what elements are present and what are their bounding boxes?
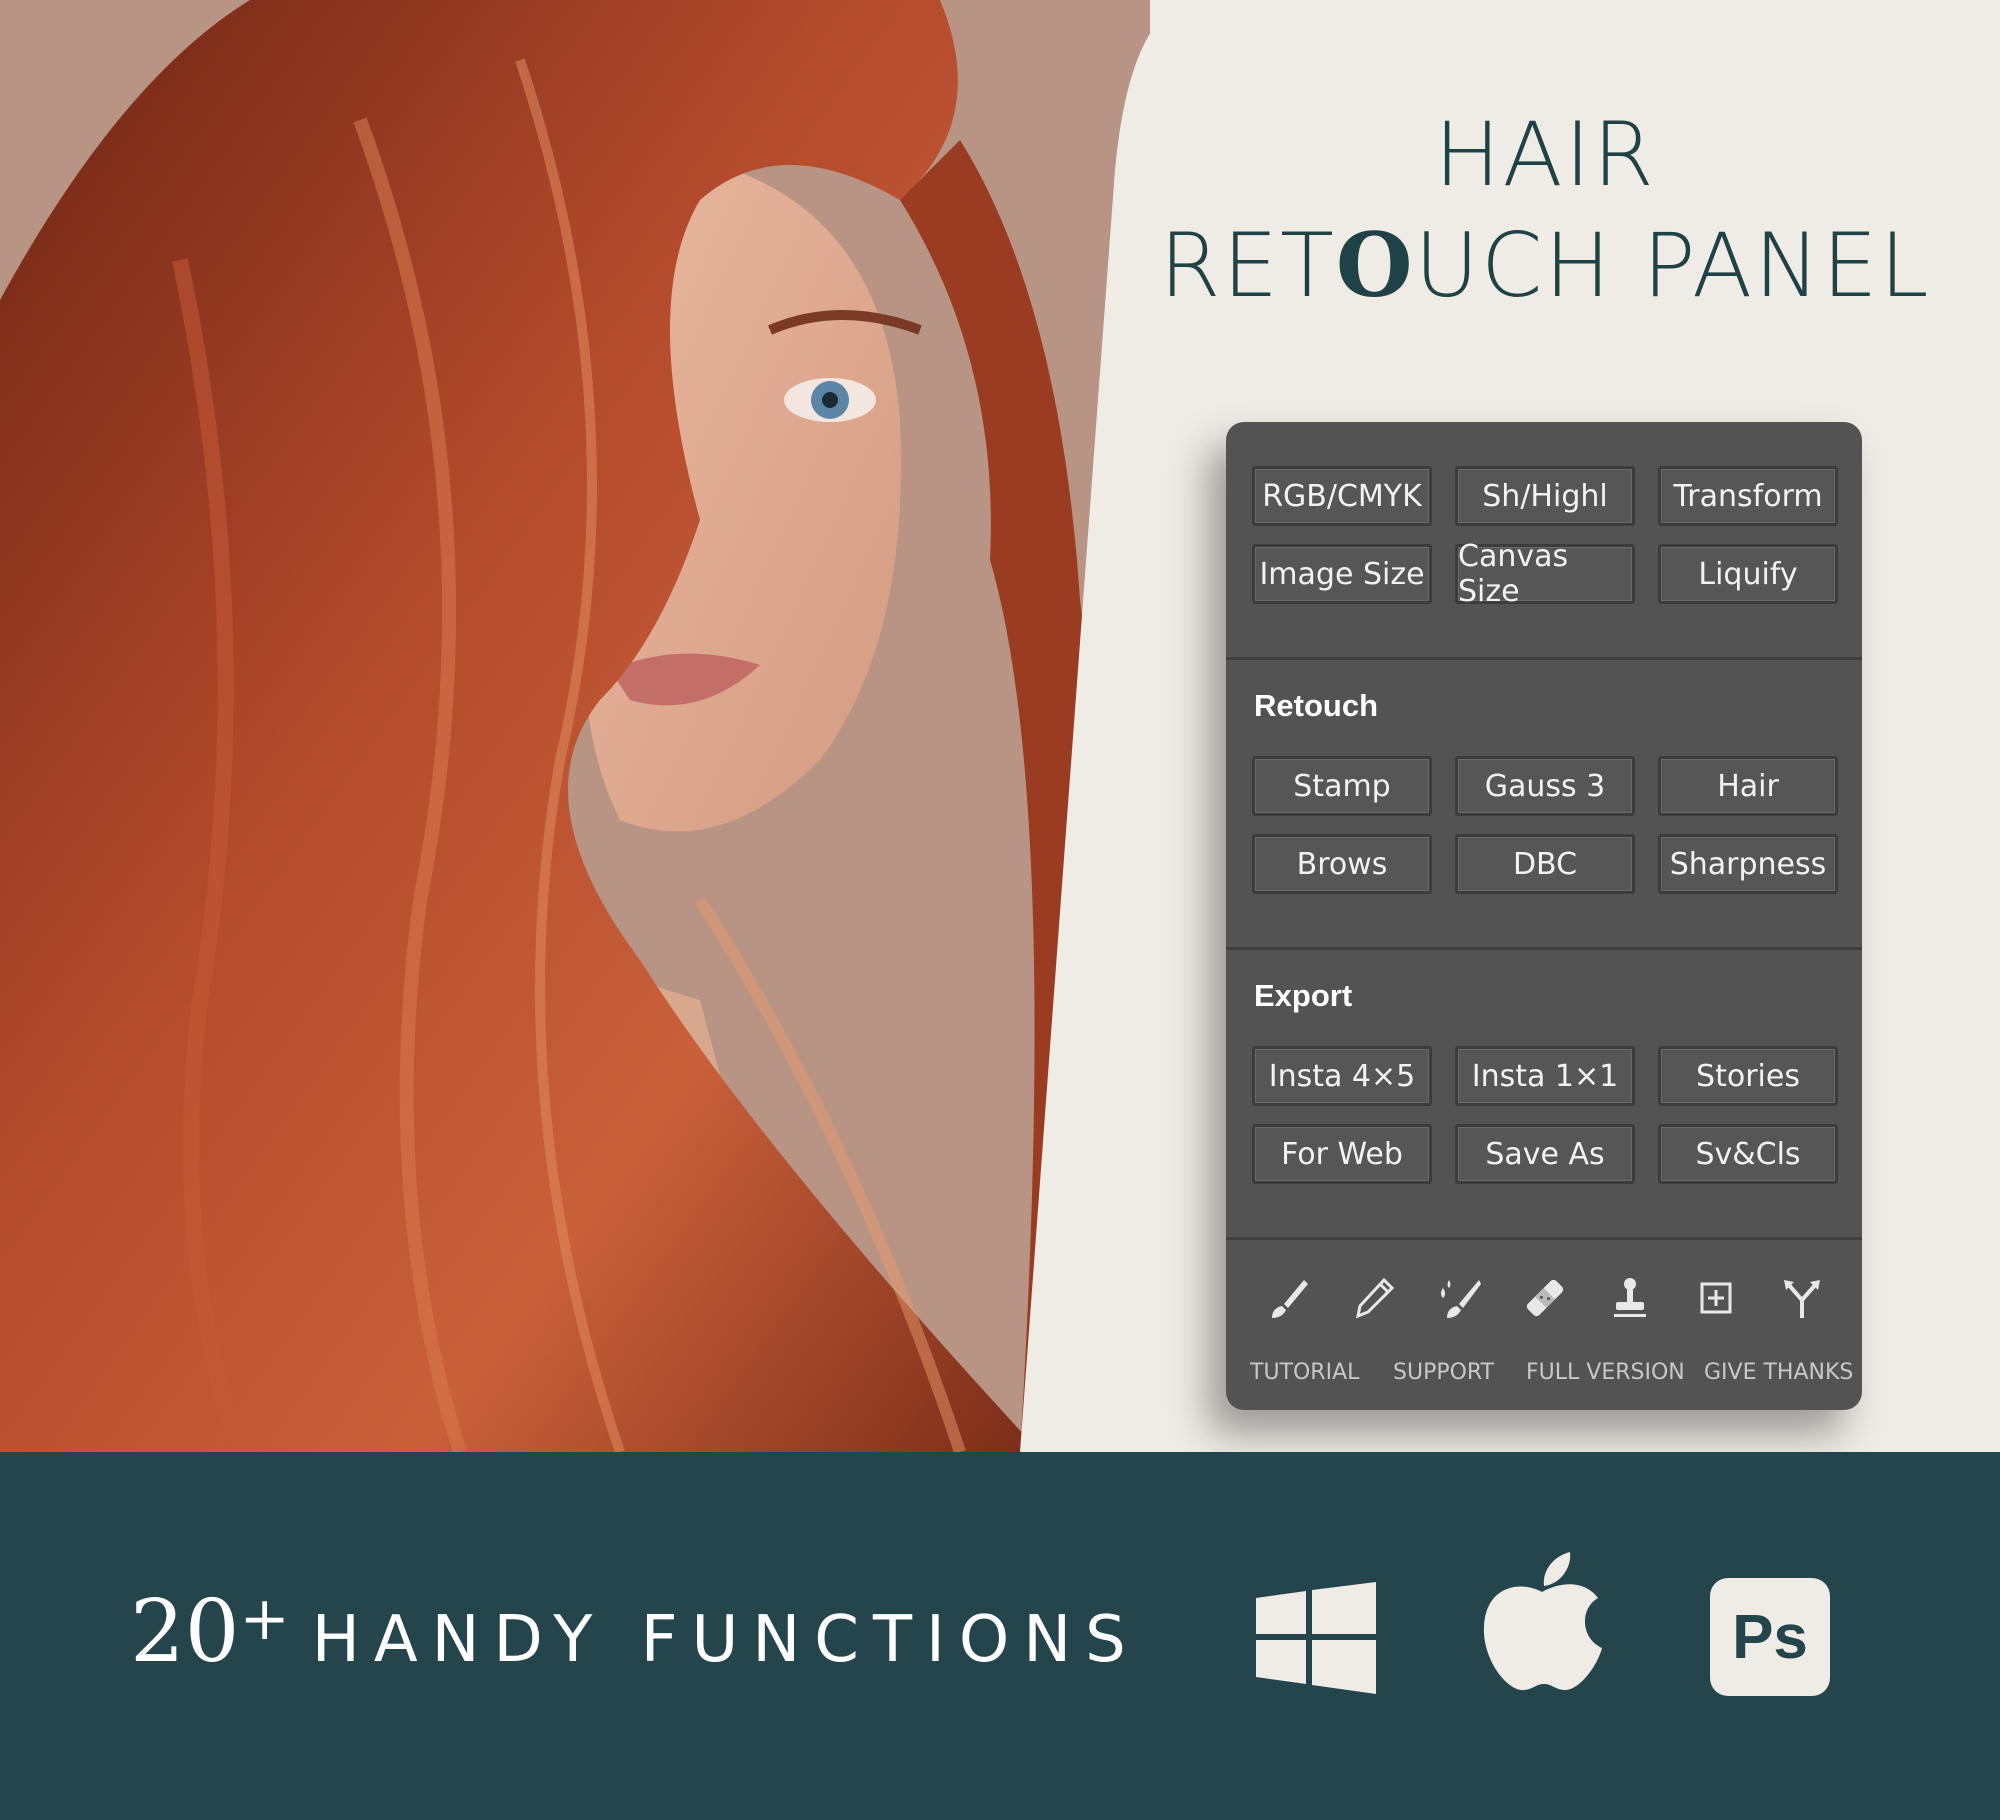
- image-size-button[interactable]: Image Size: [1252, 544, 1432, 604]
- split-arrow-icon[interactable]: [1776, 1272, 1828, 1324]
- panel-top-section: RGB/CMYK Sh/Highl Transform Image Size C…: [1226, 422, 1862, 657]
- retouch-section-title: Retouch: [1254, 688, 1378, 723]
- brows-button[interactable]: Brows: [1252, 834, 1432, 894]
- hair-button[interactable]: Hair: [1658, 756, 1838, 816]
- transform-button[interactable]: Transform: [1658, 466, 1838, 526]
- shadows-highlights-button[interactable]: Sh/Highl: [1455, 466, 1635, 526]
- pencil-icon[interactable]: [1348, 1272, 1400, 1324]
- for-web-button[interactable]: For Web: [1252, 1124, 1432, 1184]
- model-photo: [0, 0, 1150, 1452]
- top-button-grid: RGB/CMYK Sh/Highl Transform Image Size C…: [1252, 466, 1838, 609]
- gauss-3-button[interactable]: Gauss 3: [1455, 756, 1635, 816]
- insta-1x1-button[interactable]: Insta 1×1: [1455, 1046, 1635, 1106]
- retouch-section: Retouch Stamp Gauss 3 Hair Brows DBC Sha…: [1226, 657, 1862, 950]
- bottom-banner: 20+ HANDY FUNCTIONS Ps: [0, 1452, 2000, 1820]
- windows-icon: [1256, 1582, 1376, 1694]
- function-count: 20: [130, 1582, 240, 1682]
- tutorial-link[interactable]: TUTORIAL: [1250, 1360, 1359, 1385]
- insta-4x5-button[interactable]: Insta 4×5: [1252, 1046, 1432, 1106]
- stamp-button[interactable]: Stamp: [1252, 756, 1432, 816]
- tagline: 20+ HANDY FUNCTIONS: [130, 1582, 1140, 1682]
- retouch-panel: RGB/CMYK Sh/Highl Transform Image Size C…: [1226, 422, 1862, 1410]
- canvas-size-button[interactable]: Canvas Size: [1455, 539, 1635, 609]
- give-thanks-link[interactable]: GIVE THANKS: [1704, 1360, 1853, 1385]
- panel-footer: TUTORIAL SUPPORT FULL VERSION GIVE THANK…: [1226, 1237, 1862, 1410]
- tagline-text: HANDY FUNCTIONS: [311, 1603, 1140, 1677]
- apple-icon: [1483, 1552, 1602, 1691]
- mixer-brush-icon[interactable]: [1433, 1272, 1485, 1324]
- save-as-button[interactable]: Save As: [1455, 1124, 1635, 1184]
- retouch-button-grid: Stamp Gauss 3 Hair Brows DBC Sharpness: [1252, 756, 1838, 894]
- title-part: RET: [1159, 214, 1336, 317]
- export-section-title: Export: [1254, 978, 1353, 1013]
- support-link[interactable]: SUPPORT: [1393, 1360, 1494, 1385]
- dbc-button[interactable]: DBC: [1455, 834, 1635, 894]
- plus-sign: +: [239, 1584, 290, 1654]
- full-version-link[interactable]: FULL VERSION: [1526, 1360, 1685, 1385]
- stories-button[interactable]: Stories: [1658, 1046, 1838, 1106]
- add-layer-icon[interactable]: [1690, 1272, 1742, 1324]
- brush-icon[interactable]: [1262, 1272, 1314, 1324]
- liquify-button[interactable]: Liquify: [1658, 544, 1838, 604]
- save-and-close-button[interactable]: Sv&Cls: [1658, 1124, 1838, 1184]
- title-part: UCH PANEL: [1414, 214, 1931, 317]
- rgb-cmyk-button[interactable]: RGB/CMYK: [1252, 466, 1432, 526]
- page-title: HAIR RETOUCH PANEL: [1110, 100, 1980, 321]
- bandage-icon[interactable]: [1519, 1272, 1571, 1324]
- title-line-2: RETOUCH PANEL: [1110, 210, 1980, 321]
- stamp-icon[interactable]: [1604, 1272, 1656, 1324]
- title-line-1: HAIR: [1434, 103, 1656, 206]
- export-button-grid: Insta 4×5 Insta 1×1 Stories For Web Save…: [1252, 1046, 1838, 1184]
- sharpness-button[interactable]: Sharpness: [1658, 834, 1838, 894]
- photoshop-icon: Ps: [1710, 1578, 1830, 1696]
- export-section: Export Insta 4×5 Insta 1×1 Stories For W…: [1226, 947, 1862, 1240]
- title-o-accent: O: [1335, 213, 1415, 317]
